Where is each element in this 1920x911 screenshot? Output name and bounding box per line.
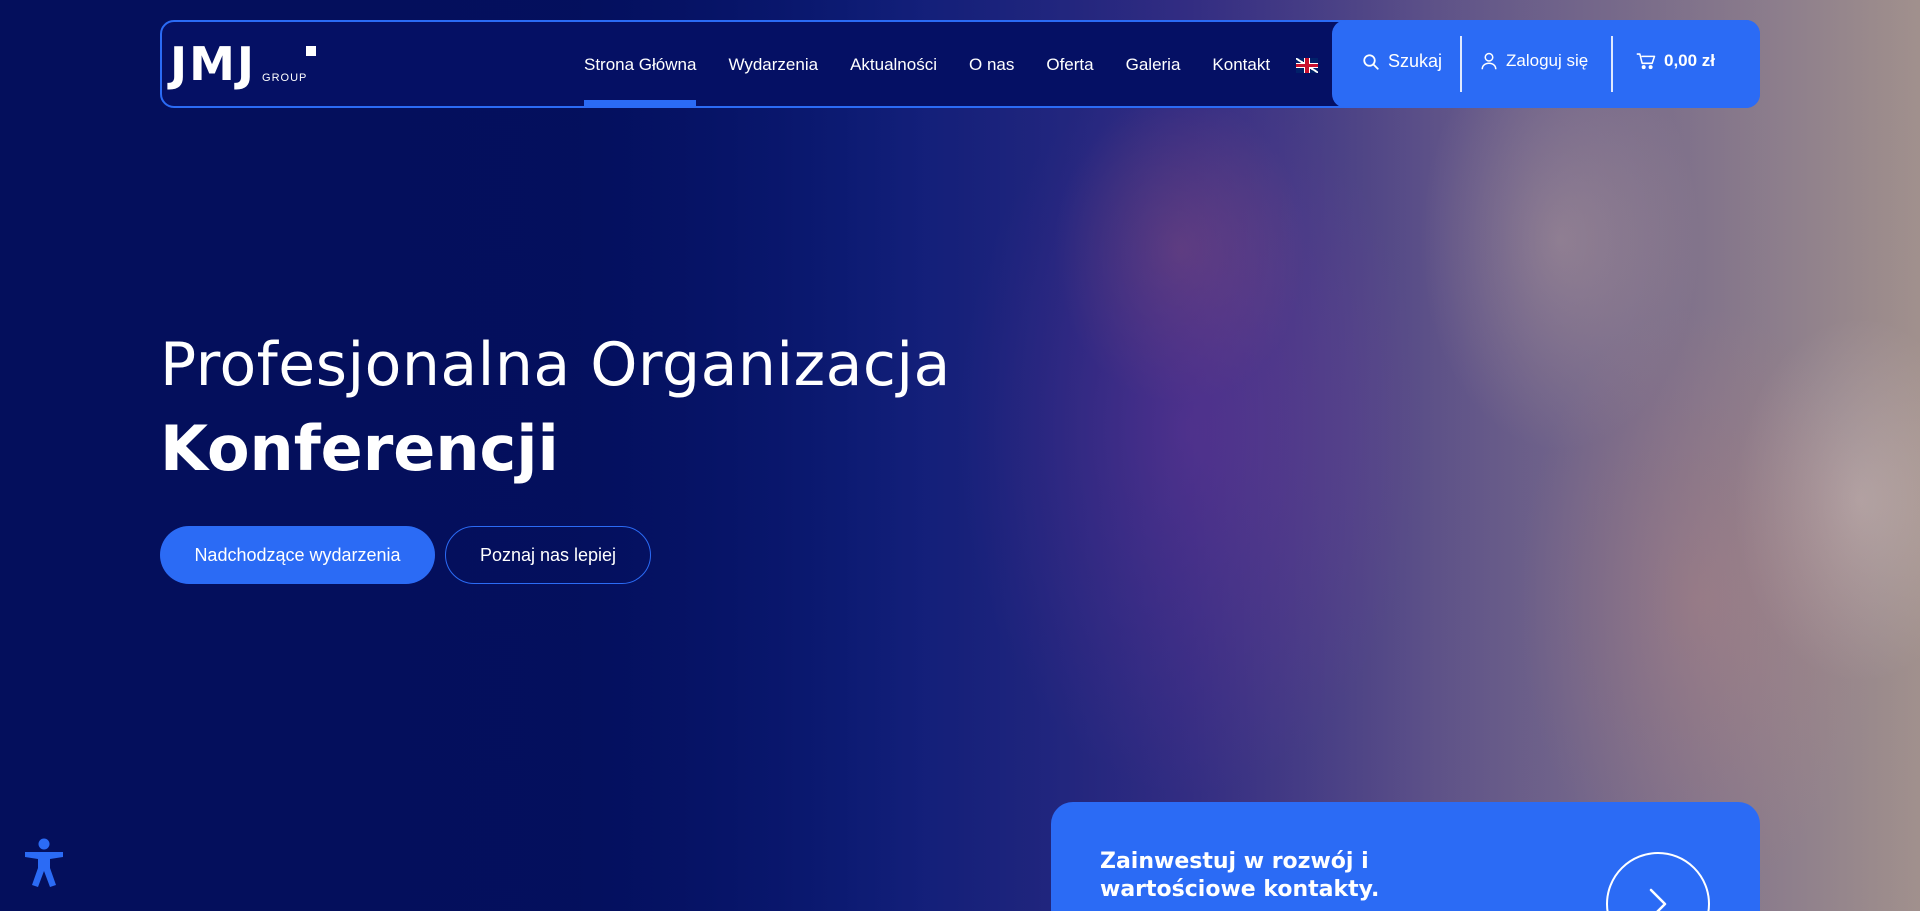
about-us-button[interactable]: Poznaj nas lepiej [445,526,651,584]
nav-item-gallery[interactable]: Galeria [1126,22,1181,108]
divider [1460,36,1462,92]
nav-item-contact[interactable]: Kontakt [1212,22,1270,108]
logo-subtitle: GROUP [262,72,308,84]
accessibility-icon [25,838,63,887]
login-button[interactable]: Zaloguj się [1480,51,1588,71]
chevron-right-icon [1649,888,1667,911]
upcoming-events-button[interactable]: Nadchodzące wydarzenia [160,526,435,584]
nav-item-about[interactable]: O nas [969,22,1014,108]
promo-text: Zainwestuj w rozwój i wartościowe kontak… [1100,849,1380,902]
cart-total: 0,00 zł [1664,51,1716,70]
main-navigation: Strona Główna Wydarzenia Aktualności O n… [584,22,1319,108]
logo-dot [306,46,316,56]
logo-text: JMJ [170,37,257,91]
nav-item-news[interactable]: Aktualności [850,22,937,108]
header-actions: Szukaj Zaloguj się 0,00 zł [1332,20,1760,108]
site-header: JMJ GROUP Strona Główna Wydarzenia Aktua… [160,20,1760,108]
search-icon [1363,53,1379,70]
logo[interactable]: JMJ GROUP [170,37,316,91]
promo-arrow-button[interactable] [1606,852,1710,911]
uk-flag-icon[interactable] [1296,57,1319,73]
divider [1611,36,1613,92]
search-button[interactable]: Szukaj [1362,51,1442,72]
hero-title-line1: Profesjonalna Organizacja [160,330,951,400]
search-label: Szukaj [1388,51,1443,71]
user-icon [1481,52,1497,70]
promo-card: Zainwestuj w rozwój i wartościowe kontak… [1051,802,1760,911]
cart-button[interactable]: 0,00 zł [1636,51,1715,71]
hero-title-line2: Konferencji [160,412,559,485]
nav-item-events[interactable]: Wydarzenia [728,22,818,108]
cart-icon [1636,53,1656,70]
accessibility-button[interactable] [22,838,66,888]
login-label: Zaloguj się [1506,51,1589,70]
nav-item-offer[interactable]: Oferta [1046,22,1093,108]
nav-item-home[interactable]: Strona Główna [584,22,697,108]
